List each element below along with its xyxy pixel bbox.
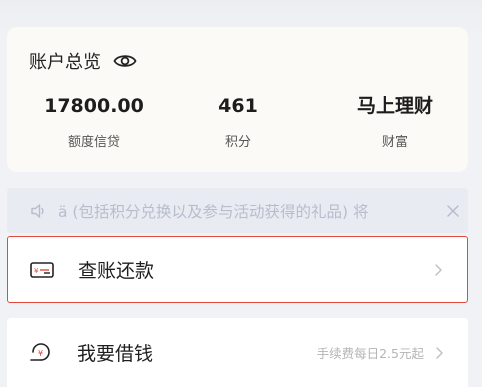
list-item-repay[interactable]: ¥ 查账还款 bbox=[7, 236, 468, 303]
row-label: 查账还款 bbox=[78, 260, 155, 282]
stat-label: 积分 bbox=[224, 135, 251, 150]
account-overview-card: 账户总览 17800.00 额度信贷 461 积分 马上理财 财富 bbox=[7, 27, 468, 172]
stat-value: 马上理财 bbox=[356, 95, 433, 117]
svg-text:¥: ¥ bbox=[38, 349, 43, 358]
close-icon[interactable] bbox=[443, 201, 463, 221]
stat-credit[interactable]: 17800.00 额度信贷 bbox=[24, 93, 164, 150]
divider bbox=[7, 305, 468, 318]
chevron-right-icon bbox=[434, 345, 450, 361]
svg-text:¥: ¥ bbox=[34, 267, 39, 275]
row-label: 我要借钱 bbox=[77, 343, 154, 365]
overview-title: 账户总览 bbox=[29, 52, 101, 73]
card-header: 账户总览 bbox=[29, 49, 137, 73]
notice-bar[interactable]: ä (包括积分兑换以及参与活动获得的礼品) 将 bbox=[7, 188, 468, 233]
speaker-icon bbox=[30, 201, 50, 221]
stat-label: 财富 bbox=[381, 135, 408, 150]
bill-icon: ¥ bbox=[30, 259, 54, 281]
stat-value: 17800.00 bbox=[44, 95, 144, 117]
stat-points[interactable]: 461 积分 bbox=[168, 93, 308, 150]
stat-label: 额度信贷 bbox=[67, 135, 120, 150]
stat-wealth[interactable]: 马上理财 财富 bbox=[325, 93, 465, 150]
notice-text: ä (包括积分兑换以及参与活动获得的礼品) 将 bbox=[58, 202, 369, 221]
row-hint: 手续费每日2.5元起 bbox=[316, 346, 424, 361]
eye-icon[interactable] bbox=[113, 51, 137, 71]
list-item-borrow[interactable]: ¥ 我要借钱 手续费每日2.5元起 bbox=[7, 318, 468, 387]
chevron-right-icon bbox=[433, 262, 449, 278]
stat-value: 461 bbox=[218, 95, 258, 117]
borrow-icon: ¥ bbox=[29, 342, 53, 364]
